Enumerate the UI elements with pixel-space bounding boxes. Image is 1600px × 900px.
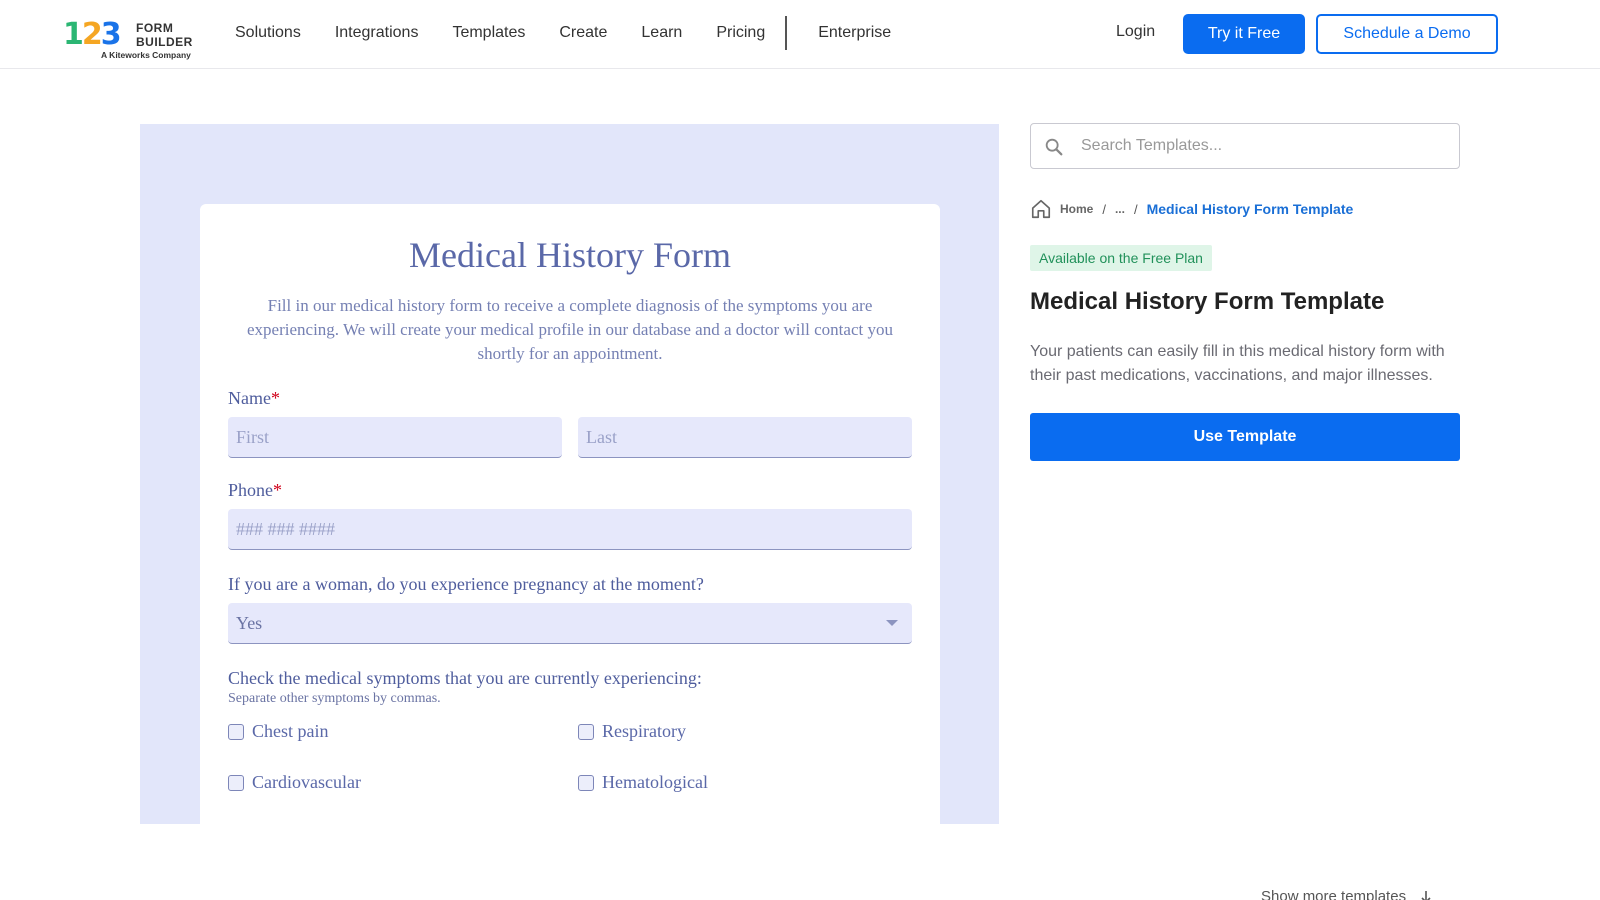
checkbox[interactable] (578, 774, 594, 791)
search-icon (1045, 138, 1063, 156)
nav-item-pricing[interactable]: Pricing (716, 24, 765, 42)
breadcrumb-separator: / (1102, 201, 1106, 217)
name-fields: First Last (228, 417, 912, 458)
breadcrumb-separator: / (1133, 201, 1138, 217)
symptom-respiratory[interactable]: Respiratory (578, 721, 908, 742)
symptom-hematological[interactable]: Hematological (578, 772, 908, 793)
arrow-down-icon (1421, 890, 1431, 900)
breadcrumb-current: Medical History Form Template (1146, 201, 1354, 217)
first-name-input[interactable]: First (228, 417, 562, 458)
checkbox[interactable] (228, 774, 244, 791)
main-nav: Solutions Integrations Templates Create … (235, 0, 925, 66)
symptoms-help: Separate other symptoms by commas. (228, 691, 441, 706)
search-placeholder: Search Templates... (1081, 137, 1223, 154)
form-description: Fill in our medical history form to rece… (247, 296, 893, 363)
schedule-demo-button[interactable]: Schedule a Demo (1316, 14, 1498, 54)
use-template-button[interactable]: Use Template (1030, 413, 1460, 461)
nav-item-learn[interactable]: Learn (641, 24, 682, 42)
pregnancy-label: If you are a woman, do you experience pr… (228, 574, 704, 594)
home-icon[interactable] (1030, 198, 1052, 220)
checkbox[interactable] (578, 723, 594, 740)
logo-subtitle: A Kiteworks Company (101, 50, 191, 60)
phone-label: Phone* (228, 480, 282, 500)
free-plan-badge: Available on the Free Plan (1030, 245, 1212, 271)
try-free-button[interactable]: Try it Free (1183, 14, 1305, 54)
last-name-input[interactable]: Last (578, 417, 912, 458)
nav-item-templates[interactable]: Templates (452, 24, 525, 42)
nav-item-solutions[interactable]: Solutions (235, 24, 301, 42)
pregnancy-select[interactable]: Yes (228, 603, 912, 644)
template-title: Medical History Form Template (1030, 288, 1385, 315)
nav-item-integrations[interactable]: Integrations (335, 24, 419, 42)
name-label: Name* (228, 388, 280, 408)
symptoms-label: Check the medical symptoms that you are … (228, 668, 702, 688)
nav-divider (785, 16, 788, 50)
symptom-chest-pain[interactable]: Chest pain (228, 721, 578, 742)
required-mark: * (270, 388, 280, 408)
logo-digits: 123 (63, 17, 122, 52)
phone-input[interactable]: ### ### #### (228, 509, 912, 550)
form-preview: Medical History Form Fill in our medical… (140, 124, 999, 824)
nav-item-create[interactable]: Create (559, 24, 607, 42)
caret-down-icon (886, 620, 898, 626)
pregnancy-select-value: Yes (236, 612, 263, 633)
template-description: Your patients can easily fill in this me… (1030, 343, 1445, 384)
login-link[interactable]: Login (1116, 23, 1155, 41)
checkbox[interactable] (228, 723, 244, 740)
show-more-templates[interactable]: Show more templates (1261, 888, 1434, 900)
breadcrumb-home[interactable]: Home (1060, 202, 1093, 216)
form-card: Medical History Form Fill in our medical… (200, 204, 940, 824)
logo[interactable]: 123 FORM BUILDER A Kiteworks Company (63, 18, 203, 62)
show-more-label: Show more templates (1261, 888, 1407, 900)
form-title: Medical History Form (409, 235, 731, 275)
symptoms-checklist: Chest pain Respiratory Cardiovascular He… (228, 721, 912, 793)
breadcrumb: Home / ... / Medical History Form Templa… (1030, 198, 1353, 220)
required-mark: * (273, 480, 282, 500)
logo-wordmark: FORM BUILDER (136, 21, 193, 49)
search-input[interactable]: Search Templates... (1030, 123, 1460, 169)
breadcrumb-ellipsis[interactable]: ... (1115, 202, 1125, 216)
top-header: 123 FORM BUILDER A Kiteworks Company Sol… (0, 0, 1600, 69)
symptom-cardiovascular[interactable]: Cardiovascular (228, 772, 578, 793)
nav-item-enterprise[interactable]: Enterprise (818, 24, 891, 42)
